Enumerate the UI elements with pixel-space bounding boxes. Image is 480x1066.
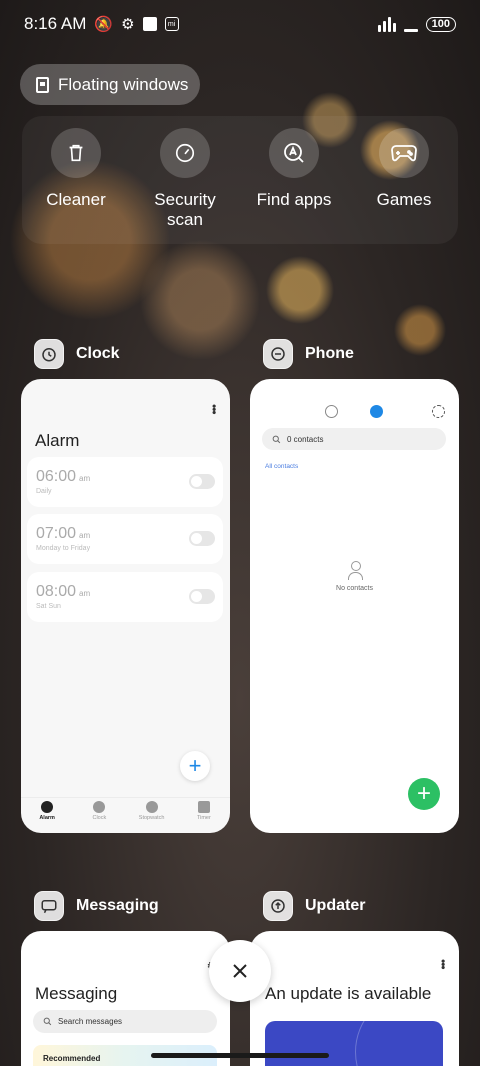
clock-bottom-nav: Alarm Clock Stopwatch Timer	[21, 797, 230, 833]
nav-timer[interactable]: Timer	[178, 798, 230, 833]
find-apps-icon	[269, 128, 319, 178]
security-scan-label: Security scan	[154, 190, 216, 229]
close-icon	[233, 964, 247, 978]
search-icon	[272, 435, 281, 443]
alarm-item[interactable]: 08:00 am Sat Sun	[27, 572, 223, 622]
floating-windows-button[interactable]: Floating windows	[20, 64, 200, 105]
wifi-lines-icon	[403, 16, 418, 32]
messaging-title: Messaging	[35, 984, 118, 1003]
trash-icon	[51, 128, 101, 178]
status-right: 100	[377, 16, 456, 32]
update-banner[interactable]	[265, 1021, 443, 1066]
phone-app-card[interactable]: 0 contacts All contacts No contacts +	[250, 379, 459, 833]
mi-badge-icon: mi	[164, 17, 179, 31]
find-apps-label: Find apps	[256, 190, 332, 209]
alarm-repeat: Daily	[36, 488, 52, 495]
cleaner-button[interactable]: Cleaner	[21, 128, 131, 210]
hourglass-icon	[197, 801, 210, 813]
contacts-search[interactable]: 0 contacts	[262, 428, 446, 450]
clock-app-card[interactable]: ••• Alarm 06:00 am Daily 07:00 am Monday t…	[21, 379, 230, 833]
updater-app-card[interactable]: ••• An update is available	[250, 931, 459, 1066]
nav-alarm[interactable]: Alarm	[21, 798, 73, 833]
gamepad-icon	[379, 128, 429, 178]
alarm-repeat: Sat Sun	[36, 603, 61, 610]
clock-app-icon	[34, 339, 64, 369]
add-contact-button[interactable]: +	[408, 778, 440, 810]
alarm-item[interactable]: 06:00 am Daily	[27, 457, 223, 507]
empty-state: No contacts	[250, 561, 459, 592]
alarm-time: 06:00 am	[36, 468, 91, 485]
clock-app-name: Clock	[76, 345, 120, 362]
phone-app-name: Phone	[305, 345, 354, 362]
alarm-repeat: Monday to Friday	[36, 545, 91, 552]
person-icon	[347, 561, 363, 581]
update-title: An update is available	[265, 984, 432, 1003]
messaging-app-name: Messaging	[76, 897, 159, 914]
empty-state-text: No contacts	[336, 585, 373, 592]
more-options-icon[interactable]: •••	[436, 959, 450, 969]
clock-icon	[93, 801, 106, 813]
updater-app-icon	[263, 891, 293, 921]
alarm-toggle[interactable]	[189, 474, 215, 489]
alarm-time: 07:00 am	[36, 525, 91, 542]
clock-app-header[interactable]: Clock	[34, 339, 120, 369]
contacts-count: 0 contacts	[287, 434, 324, 444]
nav-stopwatch[interactable]: Stopwatch	[126, 798, 178, 833]
search-messages-input[interactable]: Search messages	[33, 1010, 217, 1033]
updater-app-header[interactable]: Updater	[263, 891, 365, 921]
home-indicator[interactable]	[151, 1053, 329, 1058]
cleaner-label: Cleaner	[46, 190, 106, 209]
notification-square-icon	[142, 17, 157, 31]
alarm-toggle[interactable]	[189, 531, 215, 546]
contacts-tab-icon[interactable]	[370, 405, 383, 418]
mute-notification-icon: 🔕	[94, 15, 114, 33]
more-options-icon[interactable]: •••	[207, 404, 221, 414]
close-all-button[interactable]	[209, 940, 271, 1002]
phone-app-icon	[263, 339, 293, 369]
messaging-app-header[interactable]: Messaging	[34, 891, 159, 921]
floating-windows-label: Floating windows	[58, 74, 189, 94]
updater-app-name: Updater	[305, 897, 366, 914]
alarm-toggle[interactable]	[189, 589, 215, 604]
settings-gear-icon[interactable]	[432, 405, 445, 418]
games-label: Games	[376, 190, 432, 209]
phone-app-header[interactable]: Phone	[263, 339, 354, 369]
nav-clock[interactable]: Clock	[73, 798, 125, 833]
games-button[interactable]: Games	[349, 128, 459, 210]
status-bar: 8:16 AM 🔕 ⚙ mi 100	[0, 0, 480, 48]
search-icon	[43, 1017, 52, 1026]
alarm-item[interactable]: 07:00 am Monday to Friday	[27, 514, 223, 564]
floating-window-icon	[36, 76, 49, 93]
find-apps-button[interactable]: Find apps	[239, 128, 349, 210]
alarm-time: 08:00 am	[36, 583, 91, 600]
messaging-app-icon	[34, 891, 64, 921]
recents-tab-icon[interactable]	[325, 405, 338, 418]
speedometer-icon	[160, 128, 210, 178]
search-placeholder: Search messages	[58, 1017, 123, 1026]
settings-gear-icon: ⚙	[121, 15, 135, 33]
battery-icon: 100	[425, 16, 456, 32]
stopwatch-icon	[145, 801, 158, 813]
signal-icon	[377, 16, 396, 32]
alarm-icon	[41, 801, 54, 813]
messaging-app-card[interactable]: ⚙ Messaging Search messages Recommended	[21, 931, 230, 1066]
status-left: 8:16 AM 🔕 ⚙ mi	[24, 14, 179, 34]
alarm-title: Alarm	[35, 431, 80, 450]
status-time: 8:16 AM	[24, 14, 87, 33]
security-scan-button[interactable]: Security scan	[130, 128, 240, 230]
add-alarm-button[interactable]: +	[180, 751, 210, 781]
all-contacts-filter[interactable]: All contacts	[265, 463, 298, 470]
